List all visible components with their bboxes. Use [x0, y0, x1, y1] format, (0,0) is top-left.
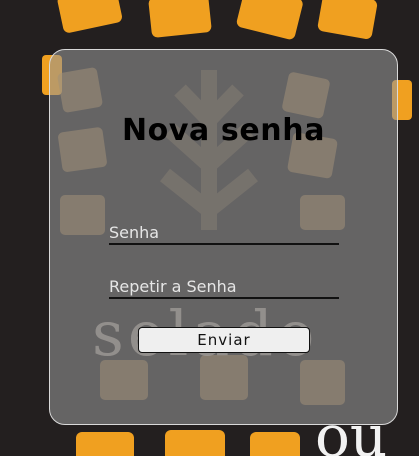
password-field[interactable]: Senha	[109, 223, 339, 245]
repeat-password-placeholder: Repetir a Senha	[109, 277, 237, 296]
repeat-password-field[interactable]: Repetir a Senha	[109, 277, 339, 299]
page-title: Nova senha	[121, 113, 326, 148]
password-placeholder: Senha	[109, 223, 160, 242]
reset-password-card: Nova senha Senha Repetir a Senha Enviar	[49, 49, 398, 425]
submit-button[interactable]: Enviar	[138, 327, 310, 353]
